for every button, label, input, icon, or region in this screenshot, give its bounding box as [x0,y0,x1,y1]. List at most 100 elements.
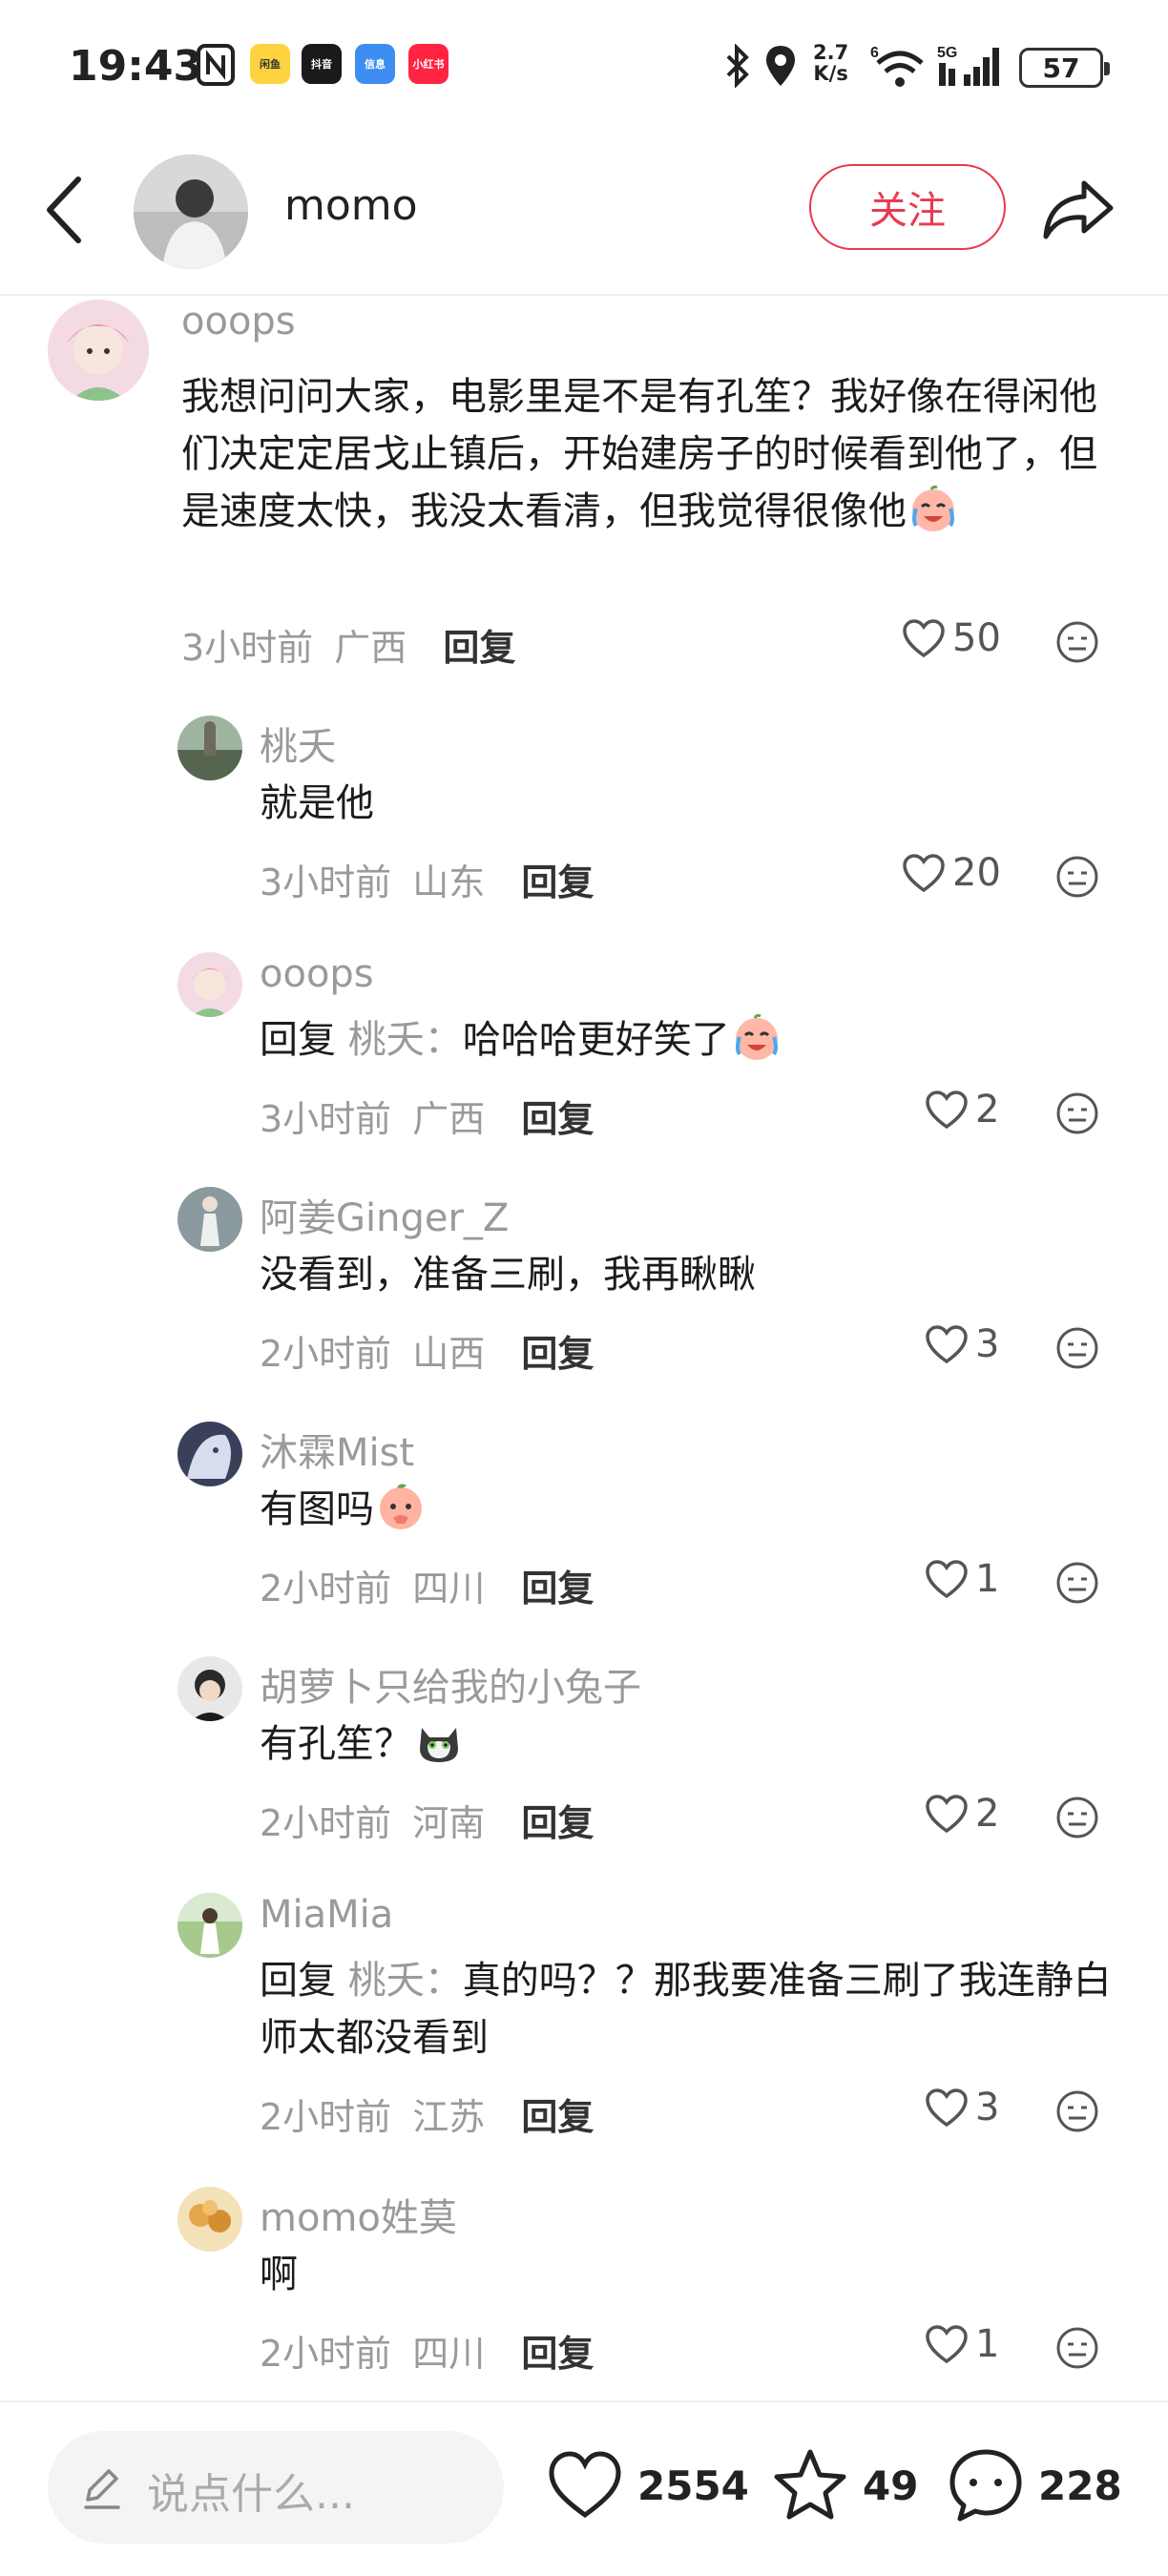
comment-input-placeholder: 说点什么... [147,2470,355,2519]
comment-avatar[interactable] [177,1893,242,1958]
reply-item: ooops 回复 桃夭：哈哈哈更好笑了 3小时前 广西 回复 2 [0,943,1168,1172]
heart-outline-icon [549,2451,621,2519]
comment-location: 四川 [412,2333,486,2375]
collect-button[interactable]: 49 [769,2444,918,2526]
comment-input[interactable]: 说点什么... [48,2431,504,2544]
reply-button[interactable]: 回复 [521,2096,594,2138]
comment-author[interactable]: 桃夭 [260,716,336,771]
comment-author[interactable]: 阿姜Ginger_Z [260,1187,509,1242]
comment-meta: 2小时前 江苏 回复 [260,2088,594,2140]
reply-item: 桃夭 就是他 3小时前 山东 回复 20 [0,706,1168,935]
dislike-face-icon[interactable] [1055,2326,1099,2370]
reply-button[interactable]: 回复 [443,627,515,669]
comment-author[interactable]: 胡萝卜只给我的小兔子 [260,1656,641,1712]
crying-laughing-emoji-icon [735,1013,778,1060]
bottom-action-bar: 说点什么... 2554 49 228 [0,2400,1168,2576]
like-button[interactable]: 2 [924,1792,999,1836]
comment-author[interactable]: ooops [260,952,374,996]
heart-outline-icon [903,854,945,893]
comment-avatar[interactable] [177,952,242,1017]
share-icon[interactable] [1040,172,1116,248]
chat-bubble-icon [949,2449,1022,2522]
reply-button[interactable]: 回复 [521,1098,594,1140]
like-count: 3 [975,1322,1000,1366]
comment-location: 广西 [412,1098,486,1140]
reply-item: 胡萝卜只给我的小兔子 有孔笙？ 2小时前 河南 回复 2 [0,1647,1168,1876]
comment-text: 回复 桃夭：真的吗？？那我要准备三刷了我连静白师太都没看到 [260,1952,1128,2067]
like-button[interactable]: 50 [901,616,1001,660]
dislike-face-icon[interactable] [1055,1326,1099,1370]
like-button[interactable]: 3 [924,1322,999,1366]
comment-body: 我想问问大家，电影里是不是有孔笙？我好像在得闲他们决定定居戈止镇后，开始建房子的… [181,375,1097,533]
comment-time: 3小时前 [181,627,314,669]
comment-text: 啊 [260,2246,1118,2303]
dislike-face-icon[interactable] [1055,855,1099,899]
comment-avatar[interactable] [177,716,242,780]
reply-button[interactable]: 回复 [521,2333,594,2375]
status-time: 19:43 [69,42,203,91]
reply-button[interactable]: 回复 [521,1333,594,1375]
like-count: 2 [975,1088,1000,1132]
dislike-face-icon[interactable] [1055,1091,1099,1135]
like-button[interactable]: 1 [924,2322,999,2366]
avatar-photo [177,1893,242,1958]
comment-button[interactable]: 228 [945,2444,1122,2526]
dislike-face-icon[interactable] [1055,1561,1099,1605]
location-icon [766,46,795,86]
comment-avatar[interactable] [177,1422,242,1486]
comment-time: 2小时前 [260,1802,392,1844]
cat-emoji-icon [420,1728,458,1762]
reply-button[interactable]: 回复 [521,1802,594,1844]
comment-location: 广西 [334,627,407,669]
dislike-face-icon[interactable] [1055,2089,1099,2133]
comment-avatar[interactable] [177,2187,242,2252]
comment-meta: 2小时前 山西 回复 [260,1324,594,1377]
author-avatar[interactable] [134,155,248,269]
pen-icon [84,2469,120,2509]
like-button[interactable]: 1 [924,1557,999,1601]
comment-author[interactable]: ooops [181,300,296,343]
reply-target[interactable]: 桃夭： [348,1018,463,1062]
comment-author[interactable]: MiaMia [260,1893,393,1937]
app-icon-xiaohongshu: 小红书 [408,44,448,84]
like-button[interactable]: 3 [924,2086,999,2129]
reply-button[interactable]: 回复 [521,1568,594,1610]
dislike-face-icon[interactable] [1055,1796,1099,1839]
comment-time: 3小时前 [260,1098,392,1140]
reply-target[interactable]: 桃夭： [348,1959,463,2003]
comment-avatar[interactable] [48,300,149,401]
comment-body: 就是他 [260,781,374,825]
like-count: 1 [975,1557,1000,1601]
comment-text: 没看到，准备三刷，我再瞅瞅 [260,1246,1118,1303]
like-button[interactable]: 20 [901,851,1001,895]
nfc-icon [197,44,235,86]
like-count: 3 [975,2086,1000,2129]
dislike-face-icon[interactable] [1055,620,1099,664]
like-count: 50 [952,616,1001,660]
comment-avatar[interactable] [177,1187,242,1252]
star-outline-icon [774,2449,846,2520]
comment-location: 山西 [412,1333,486,1375]
follow-button[interactable]: 关注 [809,164,1006,250]
reply-button[interactable]: 回复 [521,862,594,904]
heart-outline-icon [926,1091,968,1130]
like-button[interactable]: 2 [924,1088,999,1132]
heart-outline-icon [926,2088,968,2128]
comment-author[interactable]: 沐霖Mist [260,1422,414,1477]
comment-author[interactable]: momo姓莫 [260,2187,457,2242]
back-arrow-icon[interactable] [42,172,84,248]
network-speed: 2.7 K/s [813,42,848,84]
like-note-button[interactable]: 2554 [544,2444,749,2526]
heart-outline-icon [926,1325,968,1364]
comment-meta: 3小时前 广西 回复 [181,618,515,671]
svg-text:5G: 5G [937,45,957,61]
comment-avatar[interactable] [177,1656,242,1721]
comment-body: 啊 [260,2253,298,2296]
comment-item: ooops 我想问问大家，电影里是不是有孔笙？我好像在得闲他们决定定居戈止镇后，… [0,296,1168,677]
crying-laughing-emoji-icon [912,485,954,531]
author-name[interactable]: momo [284,181,418,230]
comment-body: 有图吗 [260,1487,374,1531]
svg-text:6: 6 [870,45,879,61]
comment-time: 2小时前 [260,2096,392,2138]
peach-shy-emoji-icon [380,1484,422,1529]
